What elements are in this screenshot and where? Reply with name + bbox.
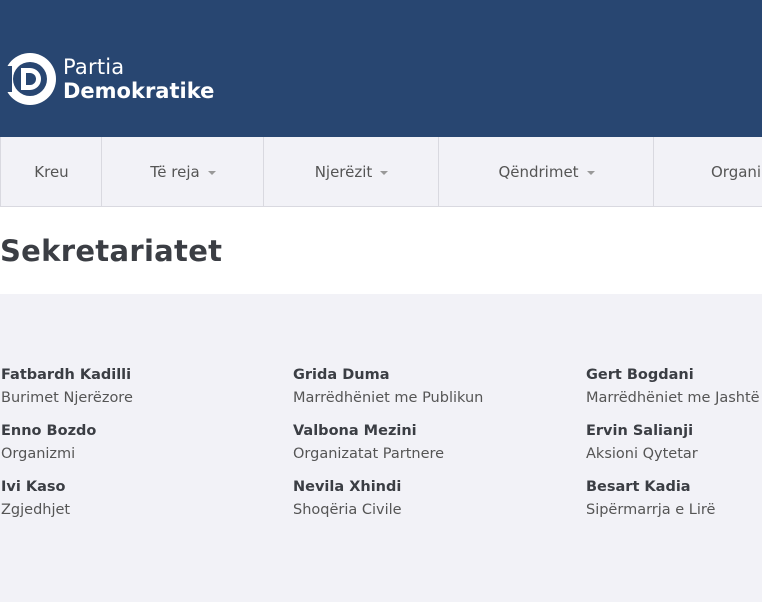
person-role: Shoqëria Civile (293, 502, 402, 518)
main-navigation: Kreu Të reja Njerëzit Qëndrimet Organi (0, 137, 762, 207)
list-item[interactable]: Valbona Mezini Organizatat Partnere (293, 421, 583, 464)
site-logo[interactable]: Partia Demokratike (4, 46, 214, 112)
person-name: Nevila Xhindi (293, 479, 402, 495)
person-name: Gert Bogdani (586, 367, 694, 383)
person-role: Burimet Njerëzore (1, 390, 133, 406)
nav-item-njerezit[interactable]: Njerëzit (263, 137, 439, 206)
page-title: Sekretariatet (0, 234, 223, 268)
logo-line-partia: Partia (63, 54, 125, 79)
nav-item-label: Njerëzit (314, 162, 373, 181)
list-item[interactable]: Fatbardh Kadilli Burimet Njerëzore (1, 365, 291, 408)
list-item[interactable]: Ervin Salianji Aksioni Qytetar (586, 421, 762, 464)
person-role: Marrëdhëniet me Jashtë (586, 390, 760, 406)
nav-item-te-reja[interactable]: Të reja (101, 137, 264, 206)
nav-item-kreu[interactable]: Kreu (0, 137, 102, 206)
list-item[interactable]: Enno Bozdo Organizmi (1, 421, 291, 464)
nav-item-label: Qëndrimet (498, 162, 579, 181)
person-role: Organizmi (1, 446, 76, 462)
list-item[interactable]: Ivi Kaso Zgjedhjet (1, 477, 291, 520)
nav-item-label: Organi (711, 162, 762, 181)
person-role: Zgjedhjet (1, 502, 71, 518)
person-name: Valbona Mezini (293, 423, 417, 439)
person-role: Marrëdhëniet me Publikun (293, 390, 484, 406)
person-name: Ervin Salianji (586, 423, 694, 439)
person-name: Enno Bozdo (1, 423, 97, 439)
person-name: Ivi Kaso (1, 479, 66, 495)
person-name: Grida Duma (293, 367, 390, 383)
logo-text: Partia Demokratike (63, 54, 215, 103)
caret-down-icon (380, 170, 389, 175)
logo-line-demokratike: Demokratike (63, 78, 215, 103)
list-item[interactable]: Besart Kadia Sipërmarrja e Lirë (586, 477, 762, 520)
caret-down-icon (586, 170, 595, 175)
person-name: Besart Kadia (586, 479, 691, 495)
person-role: Organizatat Partnere (293, 446, 445, 462)
party-logo-icon (4, 53, 56, 105)
person-name: Fatbardh Kadilli (1, 367, 132, 383)
caret-down-icon (207, 170, 216, 175)
list-item[interactable]: Nevila Xhindi Shoqëria Civile (293, 477, 583, 520)
site-header: Partia Demokratike (0, 0, 762, 137)
nav-item-organizimi[interactable]: Organi (653, 137, 762, 206)
nav-item-label: Të reja (150, 162, 200, 181)
nav-item-qendrimet[interactable]: Qëndrimet (438, 137, 654, 206)
person-role: Sipërmarrja e Lirë (586, 502, 716, 518)
list-item[interactable]: Gert Bogdani Marrëdhëniet me Jashtë (586, 365, 762, 408)
nav-item-label: Kreu (34, 162, 69, 181)
person-role: Aksioni Qytetar (586, 446, 698, 462)
list-item[interactable]: Grida Duma Marrëdhëniet me Publikun (293, 365, 583, 408)
